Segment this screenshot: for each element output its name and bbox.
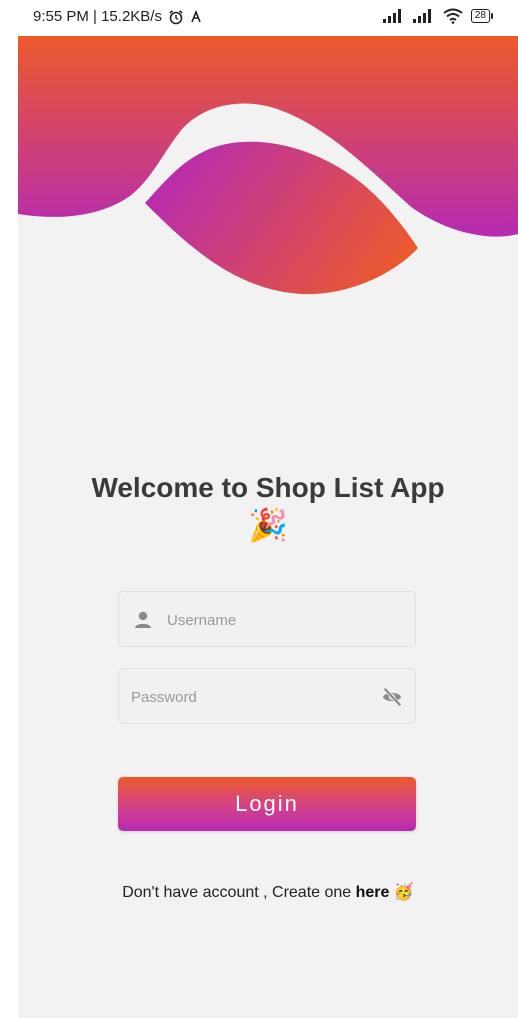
- eye-off-icon[interactable]: [381, 686, 403, 708]
- battery-icon: 28: [470, 9, 494, 23]
- header-wave-art: [18, 36, 518, 295]
- signal-icon-2: [412, 9, 431, 23]
- signup-text: Don't have account , Create one: [122, 884, 356, 901]
- party-popper-icon: 🎉: [248, 507, 288, 543]
- username-field[interactable]: [118, 591, 416, 648]
- welcome-title: Welcome to Shop List App: [91, 472, 445, 503]
- status-bar: 9:55 PM | 15.2KB/s 28: [0, 0, 518, 36]
- party-face-icon: 🥳: [393, 884, 414, 901]
- notification-icon: [191, 9, 201, 22]
- person-icon: [135, 611, 151, 628]
- signal-icon: [382, 9, 401, 23]
- status-left: 9:55 PM | 15.2KB/s: [33, 8, 202, 25]
- wifi-icon: [443, 8, 463, 24]
- username-input[interactable]: [165, 592, 409, 648]
- password-field[interactable]: [118, 668, 416, 725]
- status-time-speed: 9:55 PM | 15.2KB/s: [33, 8, 162, 25]
- signup-link[interactable]: here: [356, 884, 390, 901]
- alarm-icon: [169, 9, 183, 24]
- login-screen: Welcome to Shop List App 🎉 Login Don't h…: [18, 36, 518, 1018]
- password-input[interactable]: [129, 669, 373, 725]
- login-button[interactable]: Login: [118, 777, 416, 831]
- status-right: 28: [382, 8, 494, 24]
- signup-prompt: Don't have account , Create one here 🥳: [18, 882, 518, 902]
